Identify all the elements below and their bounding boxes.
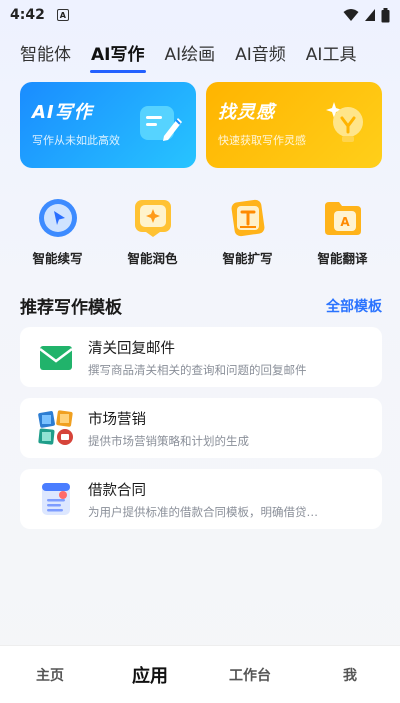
nav-workbench[interactable]: 工作台	[210, 665, 290, 685]
section-title: 推荐写作模板	[20, 298, 122, 318]
tab-ai-audio[interactable]: AI音频	[235, 40, 286, 71]
feature-translate-label: 智能翻译	[317, 251, 368, 266]
template-title: 借款合同	[88, 482, 146, 499]
cursor-icon	[36, 196, 80, 240]
wifi-icon	[343, 9, 359, 21]
category-tabs: 智能体 AI写作 AI绘画 AI音频 AI工具	[20, 40, 390, 71]
tab-agent[interactable]: 智能体	[20, 40, 71, 71]
signal-icon	[365, 9, 375, 21]
document-pen-icon	[140, 106, 182, 141]
feature-translate[interactable]: A 智能翻译	[295, 196, 390, 267]
status-icons	[343, 7, 390, 23]
feature-continue-writing[interactable]: 智能续写	[10, 196, 105, 267]
nav-home[interactable]: 主页	[10, 665, 90, 685]
bottom-navigation: 主页 应用 工作台 我	[0, 645, 400, 703]
app-notification-icon: A	[56, 9, 69, 21]
battery-icon	[381, 7, 390, 22]
template-section-header: 推荐写作模板 全部模板	[20, 293, 382, 318]
svg-text:A: A	[340, 215, 350, 229]
template-description: 为用户提供标准的借款合同模板，明确借贷…	[88, 504, 318, 519]
template-item[interactable]: 市场营销 提供市场营销策略和计划的生成	[20, 398, 382, 458]
feature-expand-label: 智能扩写	[222, 251, 273, 266]
tab-ai-writing[interactable]: AI写作	[91, 40, 144, 71]
email-icon	[34, 335, 78, 379]
contract-icon	[34, 477, 78, 521]
status-time: 4:42	[10, 7, 45, 23]
ai-writing-card[interactable]: AI写作 写作从未如此高效	[20, 82, 196, 168]
template-list: 清关回复邮件 撰写商品清关相关的查询和问题的回复邮件 市场营销 提供市场营销策略…	[20, 327, 382, 529]
all-templates-link[interactable]: 全部模板	[326, 296, 382, 316]
template-item[interactable]: 借款合同 为用户提供标准的借款合同模板，明确借贷…	[20, 469, 382, 529]
nav-me[interactable]: 我	[310, 665, 390, 685]
polish-icon	[131, 196, 175, 240]
feature-expand[interactable]: 智能扩写	[200, 196, 295, 267]
template-item[interactable]: 清关回复邮件 撰写商品清关相关的查询和问题的回复邮件	[20, 327, 382, 387]
status-bar: 4:42 A	[0, 0, 400, 30]
template-description: 提供市场营销策略和计划的生成	[88, 433, 249, 448]
find-inspiration-card[interactable]: 找灵感 快速获取写作灵感	[206, 82, 382, 168]
tab-ai-painting[interactable]: AI绘画	[164, 40, 215, 71]
feature-continue-writing-label: 智能续写	[32, 251, 83, 266]
lightbulb-icon	[326, 102, 363, 142]
template-title: 清关回复邮件	[88, 340, 175, 357]
feature-grid: 智能续写 智能润色 智能扩写 A 智能翻译	[10, 196, 390, 267]
feature-polish-label: 智能润色	[127, 251, 178, 266]
expand-text-icon	[226, 196, 270, 240]
banner-cards: AI写作 写作从未如此高效 找灵感 快速获取写作灵感	[20, 82, 382, 168]
template-title: 市场营销	[88, 411, 146, 428]
nav-apps[interactable]: 应用	[110, 662, 190, 688]
tab-ai-tools[interactable]: AI工具	[306, 40, 357, 71]
marketing-icon	[34, 406, 78, 450]
template-description: 撰写商品清关相关的查询和问题的回复邮件	[88, 362, 307, 377]
feature-polish[interactable]: 智能润色	[105, 196, 200, 267]
translate-folder-icon: A	[321, 196, 365, 240]
